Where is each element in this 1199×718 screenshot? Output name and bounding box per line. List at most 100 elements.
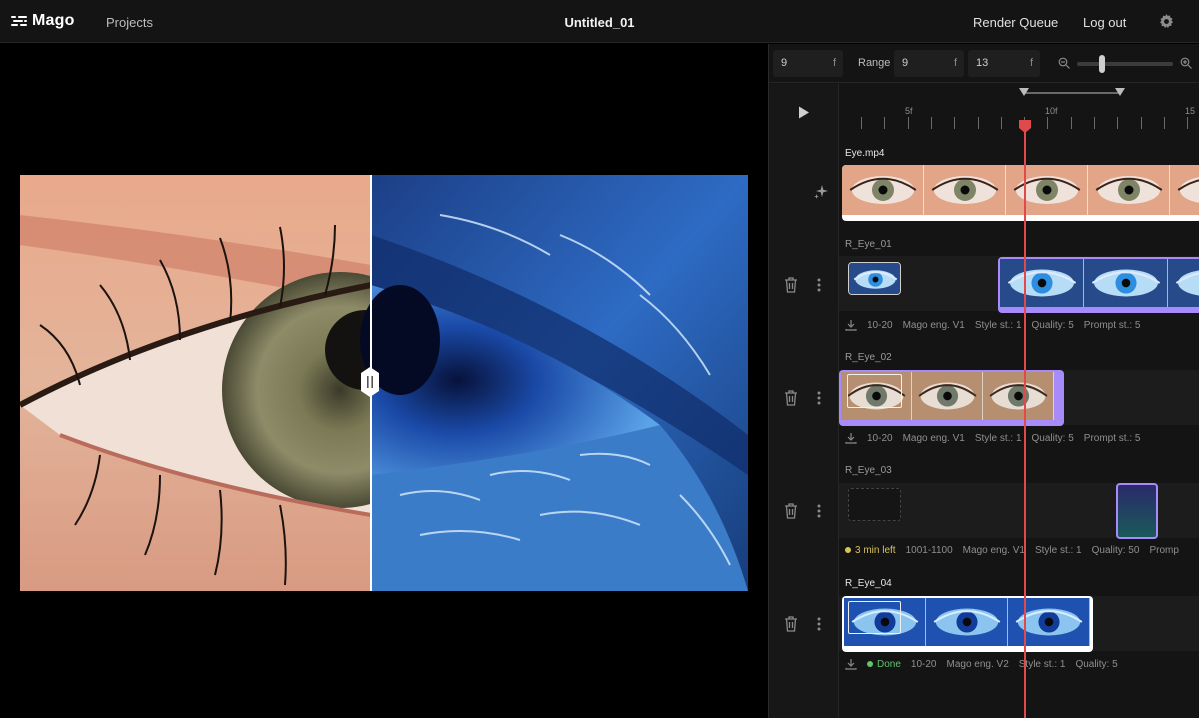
eye-thumbnail xyxy=(983,372,1054,420)
nav-projects-link[interactable]: Projects xyxy=(106,15,153,30)
clip-source[interactable] xyxy=(842,165,1199,221)
track-meta: 10-20 Mago eng. V1 Style st.: 1 Quality:… xyxy=(845,432,1140,444)
download-icon[interactable] xyxy=(845,319,857,331)
trash-icon[interactable] xyxy=(784,503,798,519)
frame-unit: f xyxy=(832,57,836,69)
ruler-tick xyxy=(1000,117,1002,129)
track-meta: Done 10-20 Mago eng. V2 Style st.: 1 Qua… xyxy=(845,658,1118,670)
clip-thumbnails xyxy=(1000,259,1199,307)
clip-thumbnails xyxy=(842,165,1199,215)
eye-thumbnail xyxy=(1006,165,1088,215)
sparkle-icon[interactable] xyxy=(813,184,829,200)
eye-thumbnail xyxy=(926,598,1008,646)
meta-engine: Mago eng. V1 xyxy=(902,432,965,444)
track-meta: 3 min left 1001-1100 Mago eng. V1 Style … xyxy=(845,545,1179,556)
range-start-field[interactable]: 9 f xyxy=(894,50,964,77)
meta-range: 10-20 xyxy=(867,319,893,331)
playhead-handle[interactable] xyxy=(1019,120,1031,133)
meta-engine: Mago eng. V2 xyxy=(946,658,1009,670)
timeline-panel: 9 f Range 9 f 13 f 5f 10f 15 Eye.mp4 R_E… xyxy=(768,44,1199,718)
clip-render[interactable] xyxy=(998,257,1199,313)
download-icon[interactable] xyxy=(845,432,857,444)
range-end-unit: f xyxy=(1029,57,1033,69)
range-start-marker[interactable] xyxy=(1019,88,1029,96)
more-vertical-icon[interactable] xyxy=(816,503,822,519)
status-badge: 3 min left xyxy=(845,545,896,556)
meta-prompt: Prompt st.: 5 xyxy=(1083,319,1141,331)
frame-field[interactable]: 9 f xyxy=(773,50,843,77)
zoom-in-icon[interactable] xyxy=(1180,57,1192,69)
meta-quality: Quality: 5 xyxy=(1031,432,1074,444)
meta-style: Style st.: 1 xyxy=(974,432,1022,444)
more-vertical-icon[interactable] xyxy=(816,390,822,406)
logo[interactable]: Mago xyxy=(11,12,75,30)
meta-prompt: Promp xyxy=(1149,545,1179,556)
zoom-out-icon[interactable] xyxy=(1058,57,1070,69)
ruler-tick xyxy=(1094,117,1095,129)
status-text: 3 min left xyxy=(855,545,896,556)
playhead-line[interactable] xyxy=(1024,128,1026,718)
trash-icon[interactable] xyxy=(784,277,798,293)
preview-panel xyxy=(0,44,768,718)
range-start-value: 9 xyxy=(902,57,909,69)
compare-split-handle[interactable] xyxy=(361,367,379,397)
range-start-unit: f xyxy=(953,57,957,69)
more-vertical-icon[interactable] xyxy=(816,616,822,632)
eye-thumbnail xyxy=(1000,259,1084,307)
zoom-slider-track[interactable] xyxy=(1077,62,1173,66)
range-end-field[interactable]: 13 f xyxy=(968,50,1040,77)
eye-thumbnail xyxy=(1170,165,1199,215)
eye-thumbnail xyxy=(1084,259,1168,307)
zoom-slider-thumb[interactable] xyxy=(1099,55,1105,73)
empty-keyframe-slot[interactable] xyxy=(848,488,901,521)
ruler-tick xyxy=(1047,117,1049,129)
meta-quality: Quality: 5 xyxy=(1031,319,1074,331)
range-end-marker[interactable] xyxy=(1115,88,1125,96)
meta-engine: Mago eng. V1 xyxy=(902,319,965,331)
timeline-controls: 9 f Range 9 f 13 f xyxy=(769,44,1199,83)
status-badge: Done xyxy=(867,659,901,670)
meta-range: 10-20 xyxy=(867,432,893,444)
ruler-tick xyxy=(954,117,956,129)
nav-render-queue-link[interactable]: Render Queue xyxy=(973,15,1058,30)
ruler-label: 15 xyxy=(1185,106,1196,116)
range-end-value: 13 xyxy=(976,57,989,69)
frame-value: 9 xyxy=(781,57,788,69)
eye-thumbnail xyxy=(924,165,1006,215)
document-title[interactable]: Untitled_01 xyxy=(564,15,634,30)
meta-range: 10-20 xyxy=(910,658,937,670)
meta-style: Style st.: 1 xyxy=(974,319,1022,331)
logo-icon xyxy=(11,13,27,29)
ruler-tick xyxy=(907,117,909,129)
meta-quality: Quality: 5 xyxy=(1075,658,1118,670)
ruler-tick xyxy=(1163,117,1165,129)
keyframe-thumbnail xyxy=(849,263,900,294)
eye-thumbnail xyxy=(1008,598,1090,646)
meta-prompt: Prompt st.: 5 xyxy=(1083,432,1141,444)
range-label: Range xyxy=(858,57,891,69)
ruler-tick xyxy=(977,117,979,129)
meta-style: Style st.: 1 xyxy=(1034,545,1082,556)
more-vertical-icon[interactable] xyxy=(816,277,822,293)
track-label: R_Eye_04 xyxy=(845,578,892,589)
trash-icon[interactable] xyxy=(784,390,798,406)
nav-log-out-link[interactable]: Log out xyxy=(1083,15,1126,30)
ruler-tick xyxy=(1117,117,1119,129)
before-after-compare[interactable] xyxy=(20,175,748,591)
trash-icon[interactable] xyxy=(784,616,798,632)
clip-rendering[interactable] xyxy=(1116,483,1158,539)
ruler-label: 10f xyxy=(1045,106,1058,116)
clip-keyframe[interactable] xyxy=(848,262,901,295)
keyframe-marker[interactable] xyxy=(847,374,902,408)
download-icon[interactable] xyxy=(845,658,857,670)
status-text: Done xyxy=(877,658,901,670)
play-icon[interactable] xyxy=(798,106,810,119)
ruler-tick xyxy=(1187,117,1189,129)
ruler-tick xyxy=(861,117,862,129)
ruler-label: 5f xyxy=(905,106,913,116)
gear-icon[interactable] xyxy=(1159,14,1174,29)
eye-thumbnail xyxy=(842,165,924,215)
keyframe-marker[interactable] xyxy=(848,601,901,634)
top-bar: Mago Projects Untitled_01 Render Queue L… xyxy=(0,0,1199,43)
range-bar xyxy=(1024,92,1120,94)
